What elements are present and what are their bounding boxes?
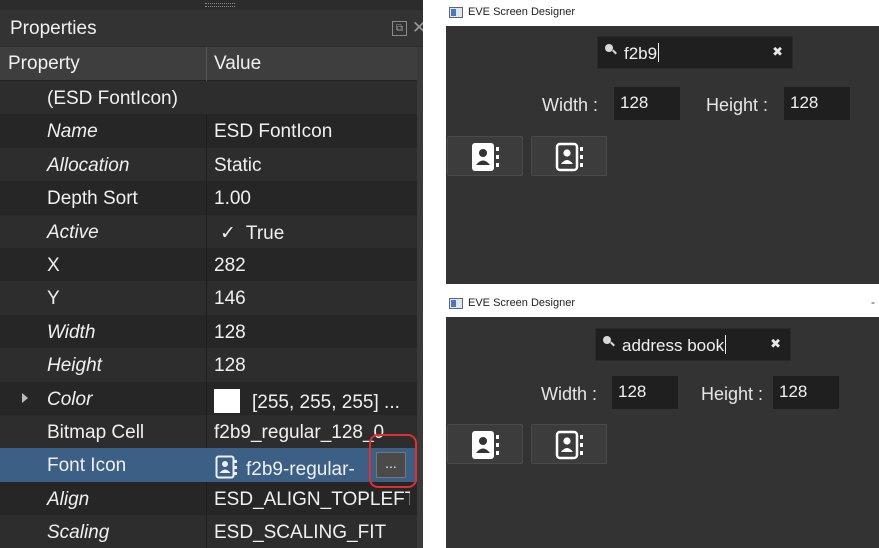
property-name: Allocation — [47, 154, 130, 176]
property-row-x[interactable]: X 282 — [0, 247, 423, 282]
search-value: f2b9 — [624, 44, 658, 63]
property-value[interactable]: 282 — [214, 255, 410, 277]
window-title: EVE Screen Designer — [468, 6, 575, 18]
icon-option-solid[interactable] — [447, 136, 523, 176]
height-input[interactable]: 128 — [784, 87, 850, 120]
property-name: Color — [47, 388, 93, 410]
height-label: Height : — [701, 384, 764, 404]
window-titlebar: EVE Screen Designer - — [446, 291, 879, 317]
property-value[interactable]: ESD_SCALING_FIT — [214, 522, 410, 544]
property-name: Depth Sort — [47, 188, 138, 210]
app-icon — [449, 7, 463, 18]
property-value[interactable]: [255, 255, 255] ... — [214, 388, 410, 414]
icon-search-input[interactable]: address book ✖ — [595, 328, 791, 361]
float-panel-button[interactable]: ⧉ — [392, 21, 407, 36]
height-label: Height : — [706, 95, 769, 115]
dock-grip[interactable] — [205, 3, 235, 7]
property-value[interactable]: ESD FontIcon — [214, 121, 410, 143]
address-book-regular-icon — [555, 430, 583, 460]
panel-title: Properties — [10, 18, 97, 39]
icon-option-solid[interactable] — [447, 424, 523, 464]
property-name: Align — [47, 488, 90, 510]
color-swatch[interactable] — [214, 388, 240, 413]
width-input[interactable]: 128 — [612, 376, 678, 409]
width-label: Width : — [542, 95, 599, 115]
property-row-height[interactable]: Height 128 — [0, 348, 423, 382]
address-book-solid-icon — [472, 431, 499, 459]
address-book-solid-icon — [472, 143, 499, 171]
search-icon — [603, 336, 611, 344]
search-value: address book — [622, 336, 725, 355]
property-name: Bitmap Cell — [47, 421, 145, 443]
property-grid: (ESD FontIcon) Name ESD FontIcon Allocat… — [0, 81, 423, 548]
address-book-icon — [215, 455, 237, 479]
property-row-bitmap-cell[interactable]: Bitmap Cell f2b9_regular_128_0 — [0, 414, 423, 449]
property-name: X — [47, 254, 60, 276]
property-row-active[interactable]: Active ✓ True — [0, 214, 423, 248]
property-row-width[interactable]: Width 128 — [0, 314, 423, 349]
checkmark-icon[interactable]: ✓ — [220, 222, 236, 245]
clear-search-icon[interactable]: ✖ — [772, 44, 783, 60]
property-row-font-icon[interactable]: Font Icon f2b9-regular- ... — [0, 448, 423, 482]
property-row-y[interactable]: Y 146 — [0, 281, 423, 315]
icon-picker-window-bottom: EVE Screen Designer - address book ✖ Wid… — [446, 291, 879, 548]
active-value-text: True — [245, 222, 285, 244]
height-input[interactable]: 128 — [773, 376, 839, 409]
font-icon-value-text: f2b9-regular- — [246, 459, 355, 481]
icon-option-regular[interactable] — [531, 424, 607, 464]
property-name: Scaling — [47, 522, 110, 544]
icon-picker-window-top: EVE Screen Designer f2b9 ✖ Width : 128 H… — [446, 0, 879, 284]
property-row-color[interactable]: Color [255, 255, 255] ... — [0, 381, 423, 415]
color-value-text: [255, 255, 255] ... — [252, 391, 400, 413]
property-column-header[interactable]: Property — [8, 53, 80, 75]
property-value[interactable]: 128 — [214, 355, 410, 377]
property-value[interactable]: 146 — [214, 288, 410, 310]
panel-titlebar: Properties ⧉ ✕ — [0, 10, 423, 46]
property-value[interactable]: 128 — [214, 322, 410, 344]
minimize-button[interactable]: - — [871, 295, 875, 309]
width-input[interactable]: 128 — [614, 87, 680, 120]
property-name: Font Icon — [47, 455, 127, 477]
search-icon — [605, 44, 613, 52]
property-name: Name — [47, 121, 98, 143]
property-row-align[interactable]: Align ESD_ALIGN_TOPLEFT — [0, 481, 423, 516]
icon-search-input[interactable]: f2b9 ✖ — [597, 36, 793, 69]
window-title: EVE Screen Designer — [468, 297, 575, 309]
property-row-scaling[interactable]: Scaling ESD_SCALING_FIT — [0, 515, 423, 548]
property-grid-header: Property Value — [0, 47, 423, 81]
property-name: Y — [47, 288, 60, 310]
clear-search-icon[interactable]: ✖ — [770, 336, 781, 352]
close-panel-button[interactable]: ✕ — [412, 18, 423, 38]
property-row-name[interactable]: Name ESD FontIcon — [0, 114, 423, 148]
property-row-depth-sort[interactable]: Depth Sort 1.00 — [0, 181, 423, 215]
value-column-header[interactable]: Value — [214, 53, 261, 75]
property-value[interactable]: ESD_ALIGN_TOPLEFT — [214, 489, 410, 511]
property-row-allocation[interactable]: Allocation Static — [0, 147, 423, 182]
property-value[interactable]: 1.00 — [214, 188, 410, 210]
app-icon — [449, 298, 463, 309]
property-name: Height — [47, 355, 102, 377]
property-name: Width — [47, 321, 96, 343]
expand-arrow-icon[interactable] — [22, 392, 28, 403]
property-value[interactable]: Static — [214, 155, 410, 177]
property-name: Active — [47, 221, 99, 243]
property-value[interactable]: ✓ True — [214, 222, 410, 245]
icon-option-regular[interactable] — [531, 136, 607, 176]
property-row-group[interactable]: (ESD FontIcon) — [0, 81, 423, 115]
width-label: Width : — [541, 384, 598, 404]
property-name: (ESD FontIcon) — [47, 88, 178, 109]
vertical-scrollbar[interactable] — [417, 47, 423, 548]
address-book-regular-icon — [555, 142, 583, 172]
window-titlebar: EVE Screen Designer — [446, 0, 879, 26]
highlight-annotation — [369, 434, 417, 488]
properties-panel: Properties ⧉ ✕ Property Value (ESD FontI… — [0, 0, 423, 548]
